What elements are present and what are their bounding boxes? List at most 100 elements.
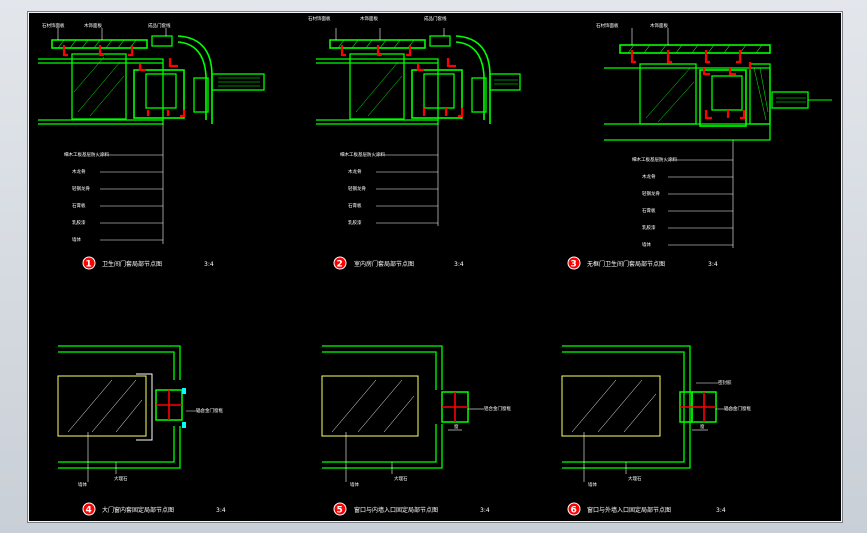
panel-hatch bbox=[117, 39, 125, 49]
top-label: 木饰面板 bbox=[360, 15, 378, 22]
anchor-fastener bbox=[704, 110, 712, 120]
anchor-fastener bbox=[180, 110, 186, 118]
callout-label: 大理石 bbox=[394, 475, 408, 482]
detail-3-fasteners bbox=[630, 50, 752, 120]
panel-hatch bbox=[105, 39, 113, 49]
detail-caption: 窗口与内墙入口固定局部节点图 bbox=[354, 506, 438, 514]
anchor-fastener bbox=[704, 50, 710, 64]
detail-number: 3 bbox=[571, 260, 577, 270]
leader-label: 细木工板基层防火涂料 bbox=[64, 151, 109, 158]
detail-2-text: 石材饰面板 木饰面板 成品门套线 细木工板基层防火涂料 木龙骨 轻钢龙骨 石膏板… bbox=[308, 15, 464, 270]
panel-hatch bbox=[707, 44, 715, 54]
callout-label: 大理石 bbox=[628, 475, 642, 482]
wall-face-line bbox=[38, 58, 164, 125]
concrete-hatch bbox=[89, 75, 125, 117]
jamb-core bbox=[145, 73, 177, 109]
door-trim-curve bbox=[177, 41, 207, 120]
panel-hatch bbox=[691, 44, 699, 54]
panel-hatch bbox=[659, 44, 667, 54]
panel-hatch bbox=[365, 39, 373, 49]
marble-slab bbox=[57, 375, 147, 437]
sealant-strip bbox=[182, 422, 186, 428]
callout-label: 窗 bbox=[454, 423, 459, 430]
application-frame: 石材饰面板 木饰面板 成品门套线 细木工板基层防火涂料 木龙骨 轻钢龙骨 石膏板… bbox=[0, 0, 867, 533]
concrete-hatch bbox=[645, 67, 691, 119]
detail-number: 4 bbox=[86, 506, 92, 516]
trim-cap bbox=[429, 35, 451, 47]
top-label: 石材饰面板 bbox=[596, 22, 619, 29]
detail-1-fasteners bbox=[62, 45, 186, 118]
anchor-fastener bbox=[666, 50, 672, 64]
detail-3-leaders bbox=[631, 28, 734, 248]
anchor-fastener bbox=[406, 45, 412, 57]
detail-number: 2 bbox=[337, 260, 343, 270]
top-label: 成品门套线 bbox=[148, 22, 171, 29]
leader-label: 木龙骨 bbox=[72, 168, 86, 175]
sealant-strip bbox=[182, 388, 186, 394]
callout-label: 窗 bbox=[700, 423, 705, 430]
leader-label: 轻钢龙骨 bbox=[642, 190, 660, 197]
marble-hatch bbox=[383, 395, 415, 433]
wall-face-line bbox=[316, 58, 439, 125]
panel-hatch bbox=[81, 39, 89, 49]
callout-label: 密封胶 bbox=[718, 379, 732, 386]
anchor-fastener bbox=[728, 68, 736, 76]
trim-cap bbox=[151, 35, 173, 47]
detail-scale: 3:4 bbox=[708, 261, 718, 268]
detail-caption: 窗口与外墙入口固定局部节点图 bbox=[587, 506, 671, 514]
detail-caption: 无框门卫生间门套局部节点图 bbox=[587, 260, 665, 268]
detail-3-text: 石材饰面板 木饰面板 细木工板基层防火涂料 木龙骨 轻钢龙骨 石膏板 乳胶漆 墙… bbox=[567, 22, 718, 270]
detail-scale: 3:4 bbox=[716, 507, 726, 514]
detail-6 bbox=[561, 345, 734, 482]
door-trim-curve bbox=[455, 41, 485, 120]
anchor-fastener bbox=[446, 58, 456, 68]
door-leaf bbox=[489, 73, 521, 91]
detail-5 bbox=[321, 345, 484, 482]
concrete-hatch bbox=[355, 61, 399, 113]
top-label: 木饰面板 bbox=[84, 22, 102, 29]
wall-outline bbox=[322, 351, 437, 390]
concrete-hatch bbox=[657, 81, 695, 123]
marble-hatch bbox=[91, 379, 137, 433]
marble-hatch bbox=[357, 379, 403, 433]
detail-2-fasteners bbox=[340, 45, 464, 118]
callout-label: 墙体 bbox=[78, 481, 87, 488]
embed-plate bbox=[136, 373, 153, 441]
detail-2-leaders bbox=[335, 28, 445, 226]
wall-outline bbox=[322, 424, 437, 463]
leader-label: 轻钢龙骨 bbox=[72, 185, 90, 192]
detail-1 bbox=[38, 35, 265, 125]
panel-hatch bbox=[755, 44, 763, 54]
leader-label: 石膏板 bbox=[348, 202, 362, 209]
cad-drawing-canvas: 石材饰面板 木饰面板 成品门套线 细木工板基层防火涂料 木龙骨 轻钢龙骨 石膏板… bbox=[38, 15, 832, 516]
detail-caption: 大门窗内套固定局部节点图 bbox=[102, 506, 174, 514]
top-label: 石材饰面板 bbox=[42, 22, 65, 29]
leader-label: 墙体 bbox=[642, 241, 651, 248]
marble-hatch bbox=[597, 379, 643, 433]
marble-hatch bbox=[571, 379, 617, 433]
detail-1-leaders bbox=[57, 28, 167, 244]
cad-drawing-viewport[interactable]: 石材饰面板 木饰面板 成品门套线 细木工板基层防火涂料 木龙骨 轻钢龙骨 石膏板… bbox=[27, 11, 843, 523]
door-leaf bbox=[771, 91, 809, 109]
marble-hatch bbox=[331, 379, 377, 433]
detail-4 bbox=[57, 345, 204, 482]
leader-label: 墙体 bbox=[72, 236, 81, 243]
detail-scale: 3:4 bbox=[480, 507, 490, 514]
panel-hatch bbox=[643, 44, 651, 54]
anchor-fastener bbox=[416, 64, 424, 72]
callout-label: 铝合金门窗框 bbox=[724, 405, 751, 412]
wall-outline bbox=[58, 345, 181, 380]
anchor-fastener bbox=[62, 45, 68, 57]
leader-label: 乳胶漆 bbox=[348, 219, 362, 226]
leader-label: 石膏板 bbox=[72, 202, 86, 209]
wall-outline bbox=[58, 426, 175, 463]
detail-number: 6 bbox=[571, 506, 577, 516]
marble-hatch bbox=[623, 393, 657, 433]
jamb-core bbox=[423, 73, 455, 109]
detail-scale: 3:4 bbox=[216, 507, 226, 514]
panel-hatch bbox=[723, 44, 731, 54]
concrete-hatch bbox=[77, 61, 121, 113]
anchor-fastener bbox=[168, 58, 178, 68]
detail-scale: 3:4 bbox=[454, 261, 464, 268]
callout-label: 铝合金门窗框 bbox=[484, 405, 511, 412]
